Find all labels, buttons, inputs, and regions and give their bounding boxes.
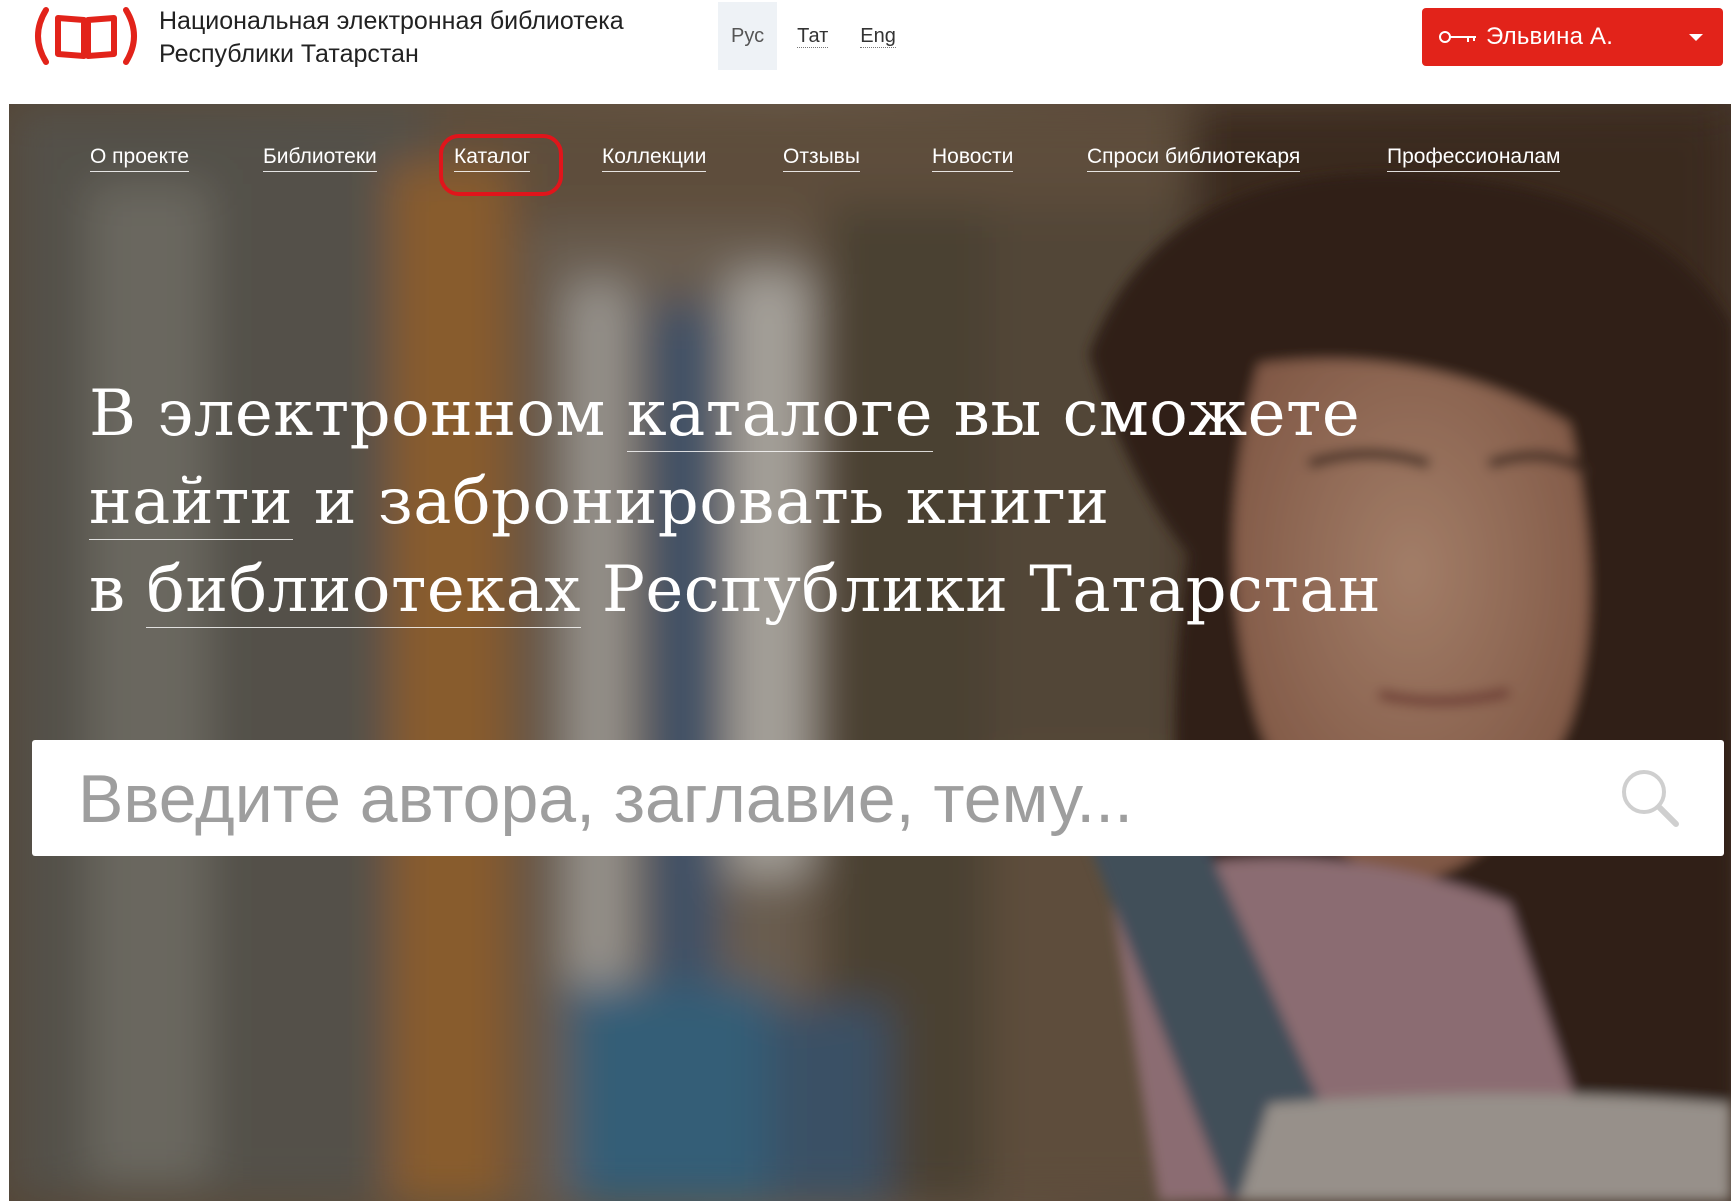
nav-item-libraries[interactable]: Библиотеки bbox=[263, 144, 377, 172]
headline-text: Республики Татарстан bbox=[580, 553, 1382, 627]
hero-overlay bbox=[9, 104, 1731, 1201]
nav-item-news[interactable]: Новости bbox=[932, 144, 1014, 172]
key-icon bbox=[1439, 31, 1476, 43]
lang-ru[interactable]: Рус bbox=[718, 2, 778, 70]
site-title-line1: Национальная электронная библиотека bbox=[159, 7, 624, 35]
headline-link-catalog[interactable]: каталоге bbox=[626, 377, 933, 452]
headline-text: и забронировать книги bbox=[293, 465, 1110, 539]
nav-item-collections[interactable]: Коллекции bbox=[602, 144, 707, 172]
headline-line-3: в библиотеках Республики Татарстан bbox=[89, 546, 1589, 634]
lang-tat[interactable]: Тат bbox=[797, 25, 829, 48]
headline-text: В электронном bbox=[89, 377, 627, 451]
logo-book-icon[interactable] bbox=[28, 6, 144, 66]
site-title[interactable]: Национальная электронная библиотека Респ… bbox=[159, 5, 624, 71]
headline-line-1: В электронном каталоге вы сможете bbox=[89, 370, 1589, 458]
hero-section: О проекте Библиотеки Каталог Коллекции О… bbox=[9, 104, 1731, 1201]
caret-down-icon bbox=[1689, 34, 1703, 41]
lang-eng[interactable]: Eng bbox=[860, 25, 896, 48]
main-nav: О проекте Библиотеки Каталог Коллекции О… bbox=[9, 144, 1731, 188]
search-bar bbox=[32, 740, 1724, 858]
user-menu-button[interactable]: Эльвина А. bbox=[1422, 8, 1723, 66]
nav-item-ask-librarian[interactable]: Спроси библиотекаря bbox=[1087, 144, 1301, 172]
headline-line-2: найти и забронировать книги bbox=[89, 458, 1589, 546]
catalog-highlight-outline bbox=[439, 134, 563, 196]
headline-link-libraries[interactable]: библиотеках bbox=[146, 553, 581, 628]
hero-headline: В электронном каталоге вы сможете найти … bbox=[89, 370, 1589, 634]
user-name: Эльвина А. bbox=[1486, 23, 1614, 50]
nav-item-about[interactable]: О проекте bbox=[90, 144, 190, 172]
site-header: Национальная электронная библиотека Респ… bbox=[0, 0, 1731, 104]
headline-text: в bbox=[89, 553, 147, 627]
language-switcher: Рус Тат Eng bbox=[718, 2, 928, 70]
search-input[interactable] bbox=[76, 740, 1580, 858]
nav-item-reviews[interactable]: Отзывы bbox=[783, 144, 860, 172]
headline-link-find[interactable]: найти bbox=[89, 465, 294, 540]
search-icon[interactable] bbox=[1618, 766, 1682, 830]
headline-text: вы сможете bbox=[932, 377, 1361, 451]
site-title-line2: Республики Татарстан bbox=[159, 40, 419, 68]
nav-item-professionals[interactable]: Профессионалам bbox=[1387, 144, 1561, 172]
